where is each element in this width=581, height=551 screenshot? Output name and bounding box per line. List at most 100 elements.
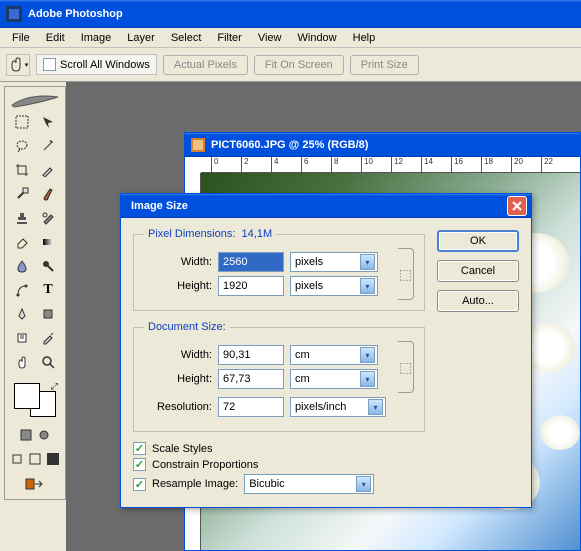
blur-tool[interactable] [10,255,34,277]
pixel-dimensions-group: Pixel Dimensions: 14,1M Width: pixels ▾ [133,228,425,311]
dropdown-arrow-icon: ▾ [368,399,383,415]
doc-width-unit-select[interactable]: cm ▾ [290,345,378,365]
notes-tool[interactable] [10,327,34,349]
menu-view[interactable]: View [250,30,290,46]
menu-file[interactable]: File [4,30,38,46]
menu-edit[interactable]: Edit [38,30,73,46]
doc-width-input[interactable] [218,345,284,365]
ok-button[interactable]: OK [437,230,519,252]
constrain-link-icon: ⬚ [398,248,414,300]
crop-tool[interactable] [10,159,34,181]
pixel-width-label: Width: [144,256,212,268]
eyedropper-tool[interactable] [36,327,60,349]
wand-tool[interactable] [36,135,60,157]
scroll-all-windows-checkbox[interactable]: Scroll All Windows [36,54,157,75]
image-size-dialog: Image Size Pixel Dimensions: 14,1M Width… [120,193,532,508]
checkbox-checked-icon: ✓ [133,442,146,455]
resample-image-checkbox[interactable]: ✓ Resample Image: Bicubic ▾ [133,474,425,494]
doc-height-unit-select[interactable]: cm ▾ [290,369,378,389]
hand-tool[interactable] [10,351,34,373]
quickmask-mode-icon[interactable] [36,427,52,443]
dialog-title-bar[interactable]: Image Size [121,194,531,218]
document-size-legend: Document Size: [144,321,230,333]
screen-mode-3[interactable] [45,451,61,467]
pixel-height-label: Height: [144,280,212,292]
screen-mode-buttons [9,451,61,467]
resample-method-select[interactable]: Bicubic ▾ [244,474,374,494]
slice-tool[interactable] [36,159,60,181]
screen-modes [18,427,52,443]
feather-icon [10,91,60,109]
menu-select[interactable]: Select [163,30,210,46]
constrain-link-icon: ⬚ [398,341,414,393]
resolution-label: Resolution: [144,401,212,413]
menu-layer[interactable]: Layer [119,30,163,46]
screen-mode-2[interactable] [27,451,43,467]
stamp-tool[interactable] [10,207,34,229]
pixel-width-input[interactable] [218,252,284,272]
foreground-color-swatch[interactable] [14,383,40,409]
menu-help[interactable]: Help [345,30,384,46]
title-bar: Adobe Photoshop [0,0,581,28]
brush-tool[interactable] [36,183,60,205]
pen-tool[interactable] [10,303,34,325]
dropdown-arrow-icon: ▾ [360,371,375,387]
doc-width-label: Width: [144,349,212,361]
checkbox-icon [43,58,56,71]
menu-window[interactable]: Window [290,30,345,46]
scale-styles-checkbox[interactable]: ✓ Scale Styles [133,442,425,455]
pixel-width-unit-select[interactable]: pixels ▾ [290,252,378,272]
dialog-title: Image Size [131,200,188,212]
dropdown-arrow-icon: ▾ [360,254,375,270]
pixel-dimensions-legend: Pixel Dimensions: 14,1M [144,228,276,240]
checkbox-checked-icon: ✓ [133,478,146,491]
app-title: Adobe Photoshop [28,8,123,20]
doc-height-input[interactable] [218,369,284,389]
color-swatches[interactable]: ⤢ [12,381,58,419]
actual-pixels-button[interactable]: Actual Pixels [163,55,248,75]
eraser-tool[interactable] [10,231,34,253]
doc-height-label: Height: [144,373,212,385]
document-size-group: Document Size: Width: cm ▾ [133,321,425,432]
zoom-tool[interactable] [36,351,60,373]
gradient-tool[interactable] [36,231,60,253]
standard-mode-icon[interactable] [18,427,34,443]
history-brush-tool[interactable] [36,207,60,229]
close-button[interactable] [507,196,527,216]
path-tool[interactable] [10,279,34,301]
fit-on-screen-button[interactable]: Fit On Screen [254,55,344,75]
screen-mode-1[interactable] [9,451,25,467]
checkbox-checked-icon: ✓ [133,458,146,471]
lasso-tool[interactable] [10,135,34,157]
dropdown-arrow-icon: ▾ [360,278,375,294]
application-window: Adobe Photoshop File Edit Image Layer Se… [0,0,581,551]
type-tool[interactable]: T [36,279,60,301]
document-title-bar: PICT6060.JPG @ 25% (RGB/8) [185,133,580,157]
document-icon [191,138,205,152]
options-bar: ▾ Scroll All Windows Actual Pixels Fit O… [0,48,581,82]
pixel-height-input[interactable] [218,276,284,296]
print-size-button[interactable]: Print Size [350,55,419,75]
swap-colors-icon[interactable]: ⤢ [51,381,58,392]
horizontal-ruler: 0 2 4 6 8 10 12 14 16 18 20 22 [201,157,580,173]
hand-tool-preset-icon[interactable]: ▾ [6,54,30,76]
pixel-height-unit-select[interactable]: pixels ▾ [290,276,378,296]
document-title: PICT6060.JPG @ 25% (RGB/8) [211,139,368,151]
dodge-tool[interactable] [36,255,60,277]
auto-button[interactable]: Auto... [437,290,519,312]
jump-to-imageready-icon[interactable] [23,473,47,495]
dialog-body: Pixel Dimensions: 14,1M Width: pixels ▾ [121,218,531,507]
scroll-all-label: Scroll All Windows [60,59,150,71]
marquee-tool[interactable] [10,111,34,133]
move-tool[interactable] [36,111,60,133]
healing-tool[interactable] [10,183,34,205]
cancel-button[interactable]: Cancel [437,260,519,282]
resolution-unit-select[interactable]: pixels/inch ▾ [290,397,386,417]
constrain-proportions-checkbox[interactable]: ✓ Constrain Proportions [133,458,425,471]
menu-filter[interactable]: Filter [209,30,249,46]
app-icon [6,6,22,22]
shape-tool[interactable] [36,303,60,325]
resolution-input[interactable] [218,397,284,417]
menu-image[interactable]: Image [73,30,120,46]
dropdown-arrow-icon: ▾ [356,476,371,492]
